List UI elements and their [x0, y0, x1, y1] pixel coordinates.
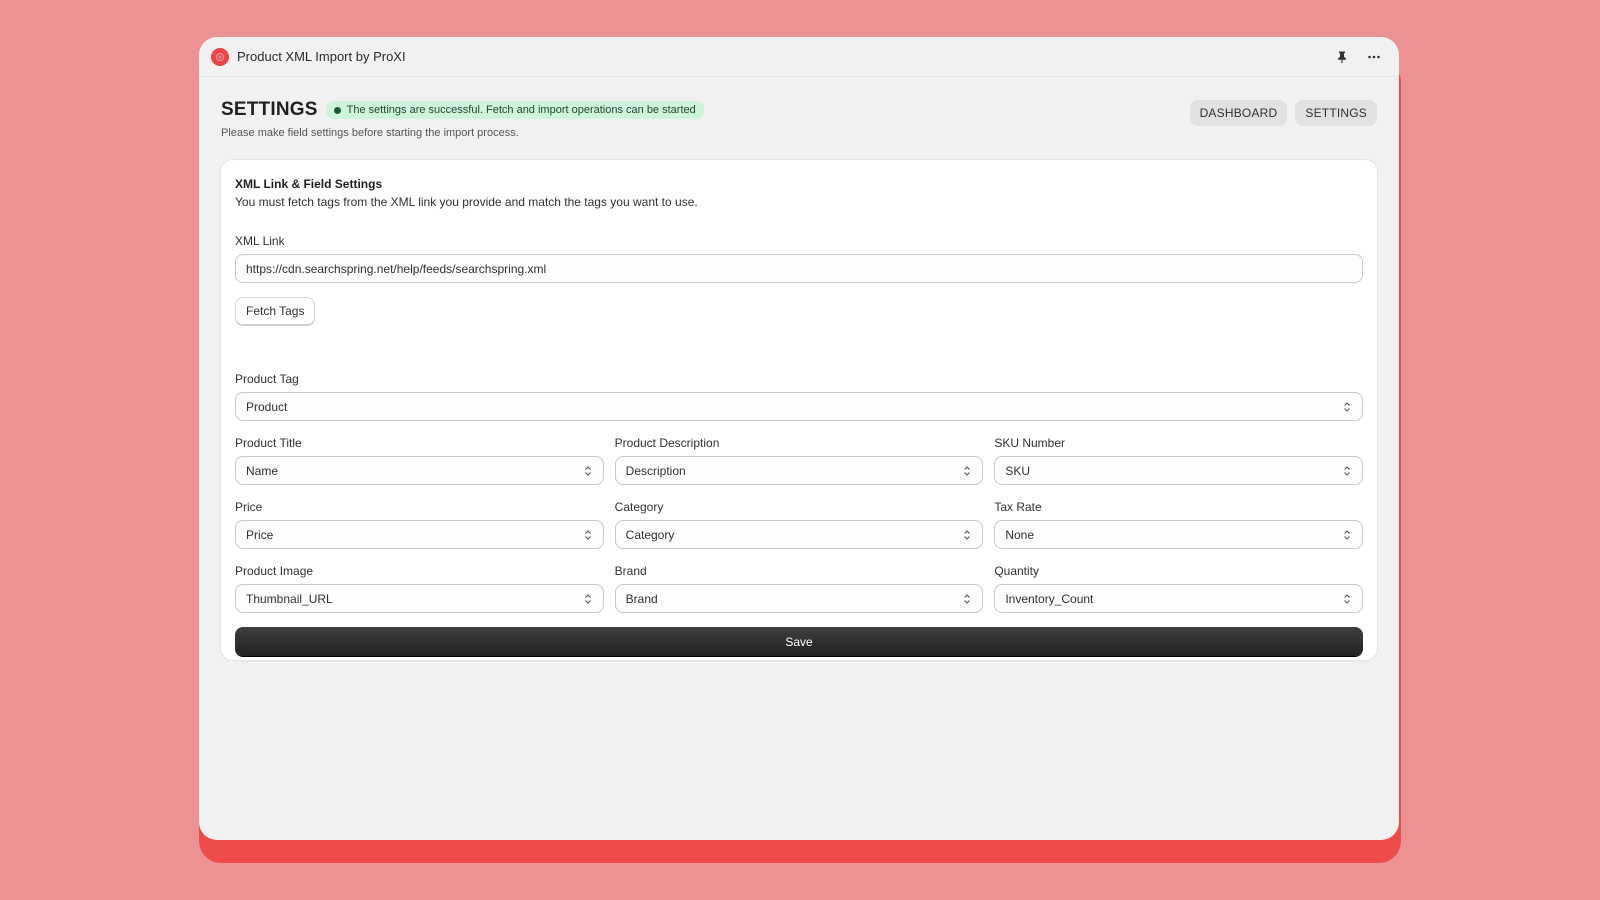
field-label: Tax Rate — [994, 500, 1042, 514]
chevron-up-down-icon — [964, 530, 971, 540]
title-bar: Product XML Import by ProXI — [199, 37, 1399, 77]
chevron-up-down-icon — [584, 466, 591, 476]
select-value: SKU — [1005, 463, 1031, 478]
chevron-up-down-icon — [964, 594, 971, 604]
field-label: Brand — [614, 564, 647, 578]
field-category: Category Category — [614, 500, 984, 549]
product-tag-select[interactable]: Product — [235, 392, 1363, 421]
chevron-up-down-icon — [584, 530, 591, 540]
field-label: Product Description — [614, 436, 720, 450]
product-tag-label: Product Tag — [235, 372, 299, 386]
field-label: Price — [235, 500, 263, 514]
select-value: Thumbnail_URL — [246, 591, 333, 606]
card-title: XML Link & Field Settings — [235, 177, 383, 191]
page-title: SETTINGS — [221, 99, 318, 120]
field-product-title: Product Title Name — [235, 436, 604, 485]
select-value: Name — [246, 463, 279, 478]
nav-buttons: DASHBOARD SETTINGS — [1189, 100, 1377, 126]
chevron-up-down-icon — [584, 594, 591, 604]
brand-select[interactable]: Brand — [614, 584, 984, 613]
more-horizontal-icon[interactable] — [1365, 48, 1383, 66]
xml-link-input[interactable] — [235, 254, 1363, 283]
select-value: Price — [246, 527, 274, 542]
select-value: Category — [625, 527, 675, 542]
settings-button[interactable]: SETTINGS — [1295, 100, 1377, 126]
page-subtitle: Please make field settings before starti… — [221, 127, 519, 139]
status-badge: The settings are successful. Fetch and i… — [325, 101, 704, 119]
field-sku-number: SKU Number SKU — [994, 436, 1363, 485]
app-window: Product XML Import by ProXI SETTINGS The… — [199, 37, 1399, 840]
category-select[interactable]: Category — [614, 520, 984, 549]
field-label: Product Image — [235, 564, 314, 578]
product-tag-value: Product — [246, 399, 288, 414]
field-label: Quantity — [994, 564, 1040, 578]
product-title-select[interactable]: Name — [235, 456, 604, 485]
status-dot-icon — [333, 106, 341, 114]
settings-card: XML Link & Field Settings You must fetch… — [221, 160, 1377, 660]
field-label: Category — [614, 500, 664, 514]
product-description-select[interactable]: Description — [614, 456, 984, 485]
field-price: Price Price — [235, 500, 604, 549]
sku-number-select[interactable]: SKU — [994, 456, 1363, 485]
field-label: SKU Number — [994, 436, 1066, 450]
select-value: Inventory_Count — [1005, 591, 1094, 606]
chevron-up-down-icon — [1344, 466, 1350, 476]
field-product-image: Product Image Thumbnail_URL — [235, 564, 604, 613]
save-button[interactable]: Save — [235, 627, 1363, 656]
chevron-up-down-icon — [1344, 402, 1350, 412]
select-value: Description — [625, 463, 686, 478]
pin-icon[interactable] — [1333, 48, 1351, 66]
select-value: None — [1005, 527, 1035, 542]
tax-rate-select[interactable]: None — [994, 520, 1363, 549]
status-badge-text: The settings are successful. Fetch and i… — [346, 104, 696, 116]
select-value: Brand — [625, 591, 658, 606]
field-mapping-grid: Product Title Name Product Description D… — [235, 436, 1363, 613]
xml-link-label: XML Link — [235, 234, 285, 248]
field-tax-rate: Tax Rate None — [994, 500, 1363, 549]
price-select[interactable]: Price — [235, 520, 604, 549]
chevron-up-down-icon — [1344, 594, 1350, 604]
field-brand: Brand Brand — [614, 564, 984, 613]
page-header: SETTINGS The settings are successful. Fe… — [199, 77, 1399, 161]
dashboard-button[interactable]: DASHBOARD — [1189, 100, 1288, 126]
app-logo-icon — [211, 47, 229, 66]
fetch-tags-button[interactable]: Fetch Tags — [235, 297, 316, 325]
card-description: You must fetch tags from the XML link yo… — [235, 195, 698, 209]
quantity-select[interactable]: Inventory_Count — [994, 584, 1363, 613]
chevron-up-down-icon — [964, 466, 971, 476]
field-product-description: Product Description Description — [614, 436, 984, 485]
field-label: Product Title — [235, 436, 302, 450]
chevron-up-down-icon — [1344, 530, 1350, 540]
app-title: Product XML Import by ProXI — [237, 49, 406, 64]
field-quantity: Quantity Inventory_Count — [994, 564, 1363, 613]
product-image-select[interactable]: Thumbnail_URL — [235, 584, 604, 613]
